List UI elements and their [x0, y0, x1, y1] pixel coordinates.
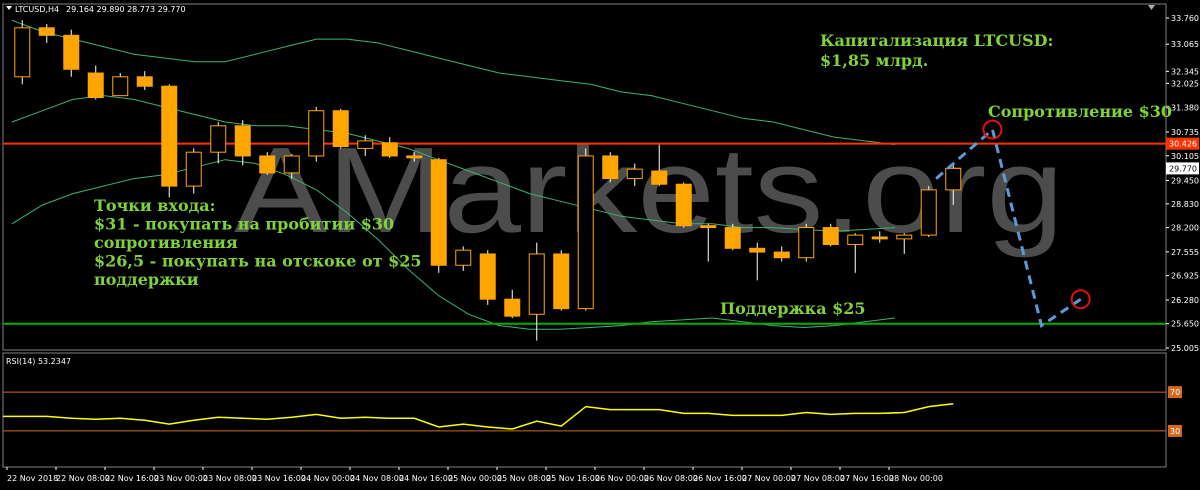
- price-tick-label: 31.380: [1171, 104, 1199, 113]
- rsi-line: [3, 402, 954, 430]
- time-tick-label: 23 Nov 16:00: [252, 474, 306, 483]
- candle-body: [63, 34, 80, 70]
- candle-body: [308, 110, 325, 157]
- candle-body: [430, 159, 447, 266]
- symbol-header: LTCUSD,H4: [15, 5, 59, 14]
- entry-points-2: $31 - покупать на пробитии $30: [94, 215, 394, 234]
- price-tick-label: 28.200: [1171, 224, 1199, 233]
- candle-body: [798, 227, 815, 259]
- candle-body: [822, 227, 839, 246]
- time-tick-label: 28 Nov 00:00: [889, 474, 943, 483]
- price-tick-label: 26.280: [1171, 296, 1199, 305]
- candle-body: [479, 253, 496, 300]
- time-tick-label: 27 Nov 16:00: [840, 474, 894, 483]
- candle-body: [283, 155, 300, 174]
- time-tick-label: 26 Nov 08:00: [644, 474, 698, 483]
- candle-body: [38, 27, 55, 36]
- candle-body: [14, 27, 31, 78]
- rsi-level-label: 30: [1170, 427, 1180, 436]
- time-tick-label: 22 Nov 2018: [7, 474, 58, 483]
- resistance-price-label: 30.426: [1169, 140, 1197, 149]
- time-tick-label: 25 Nov 16:00: [546, 474, 600, 483]
- time-tick-label: 27 Nov 00:00: [742, 474, 796, 483]
- price-tick-label: 28.830: [1171, 200, 1199, 209]
- candle-body: [896, 234, 913, 240]
- time-tick-label: 24 Nov 16:00: [399, 474, 453, 483]
- candle-body: [210, 125, 227, 153]
- time-tick-label: 23 Nov 08:00: [203, 474, 257, 483]
- candle-body: [945, 167, 962, 191]
- entry-points-3: сопротивления: [94, 233, 238, 252]
- price-tick-label: 32.025: [1171, 79, 1199, 88]
- candle-body: [724, 227, 741, 249]
- entry-points-1: Точки входа:: [94, 196, 216, 215]
- candle-body: [87, 72, 104, 99]
- entry-points-5: поддержки: [94, 270, 199, 289]
- candle-body: [357, 140, 374, 149]
- capitalization-label: Капитализация LTCUSD:: [820, 31, 1053, 50]
- candle-body: [332, 110, 349, 148]
- candle-body: [406, 155, 423, 159]
- price-tick-label: 32.345: [1171, 67, 1199, 76]
- candle-body: [259, 155, 276, 174]
- time-tick-label: 25 Nov 00:00: [448, 474, 502, 483]
- time-tick-label: 23 Nov 00:00: [154, 474, 208, 483]
- candle-body: [112, 76, 129, 97]
- entry-points-4: $26,5 - покупать на отскоке от $25: [94, 252, 422, 271]
- time-tick-label: 25 Nov 08:00: [497, 474, 551, 483]
- candle-body: [651, 170, 668, 185]
- candle-body: [626, 168, 643, 180]
- candle-body: [381, 142, 398, 157]
- price-tick-label: 25.005: [1171, 344, 1199, 353]
- candle-body: [675, 183, 692, 227]
- ohlc-header: 29.164 29.890 28.773 29.770: [66, 5, 186, 14]
- price-tick-label: 26.925: [1171, 272, 1199, 281]
- trading-chart[interactable]: AMarkets.org33.76033.06532.34532.02531.3…: [0, 0, 1200, 490]
- capitalization-value: $1,85 млрд.: [820, 51, 928, 70]
- candle-body: [602, 155, 619, 180]
- candle-body: [553, 253, 570, 310]
- candle-body: [773, 251, 790, 259]
- candle-body: [185, 151, 202, 187]
- candle-body: [749, 247, 766, 253]
- price-tick-label: 30.105: [1171, 152, 1199, 161]
- time-tick-label: 27 Nov 08:00: [791, 474, 845, 483]
- candle-body: [920, 189, 937, 236]
- time-tick-label: 26 Nov 16:00: [693, 474, 747, 483]
- resistance-label: Сопротивление $30: [988, 102, 1172, 121]
- candle-body: [455, 249, 472, 266]
- candle-body: [528, 253, 545, 315]
- candle-body: [234, 125, 251, 157]
- price-tick-label: 33.065: [1171, 40, 1199, 49]
- candle-body: [577, 155, 594, 310]
- candle-body: [871, 236, 888, 240]
- price-tick-label: 29.450: [1171, 176, 1199, 185]
- rsi-panel-frame: [2, 352, 1167, 468]
- time-tick-label: 22 Nov 16:00: [105, 474, 159, 483]
- time-tick-label: 22 Nov 08:00: [56, 474, 110, 483]
- rsi-level-label: 70: [1170, 388, 1180, 397]
- price-tick-label: 33.760: [1171, 14, 1199, 23]
- price-tick-label: 25.650: [1171, 320, 1199, 329]
- time-tick-label: 24 Nov 08:00: [350, 474, 404, 483]
- time-tick-label: 24 Nov 00:00: [301, 474, 355, 483]
- candle-body: [700, 225, 717, 229]
- candle-body: [504, 298, 521, 317]
- rsi-header: RSI(14) 53.2347: [6, 357, 71, 366]
- candle-body: [847, 234, 864, 246]
- price-tick-label: 30.735: [1171, 128, 1199, 137]
- time-tick-label: 26 Nov 00:00: [595, 474, 649, 483]
- price-tick-label: 27.555: [1171, 248, 1199, 257]
- current-price-label: 29.770: [1169, 164, 1197, 173]
- one-click-trading-icon: [1148, 5, 1155, 10]
- candle-body: [136, 76, 153, 87]
- candle-body: [161, 85, 178, 187]
- support-label: Поддержка $25: [720, 299, 866, 318]
- dropdown-triangle-icon: [6, 6, 12, 10]
